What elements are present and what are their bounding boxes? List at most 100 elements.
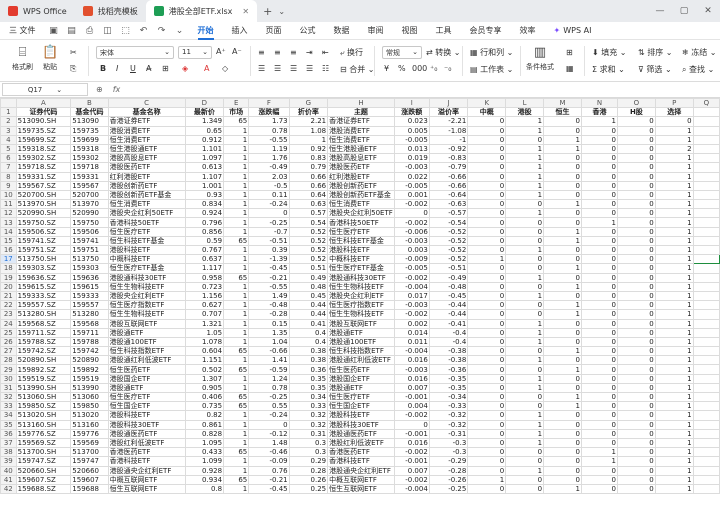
table-cell[interactable]: 159892 (70, 364, 109, 375)
table-cell[interactable]: 0 (543, 447, 582, 458)
table-cell[interactable]: 0.912 (184, 134, 225, 145)
table-cell[interactable]: 0 (467, 290, 507, 302)
table-cell[interactable]: 159751.SZ (15, 244, 72, 256)
table-cell[interactable]: 159303.SZ (15, 263, 72, 274)
table-cell[interactable]: 0 (617, 300, 656, 311)
table-cell[interactable]: 香港医药ETF (327, 447, 395, 458)
table-cell[interactable]: -0.59 (248, 364, 290, 375)
table-cell[interactable]: 1 (654, 456, 694, 467)
table-cell[interactable]: 0.52 (288, 226, 329, 237)
header-cell[interactable]: 基金代码 (70, 107, 109, 118)
table-cell[interactable]: 香港科技ETF (107, 456, 186, 467)
table-cell[interactable]: 恒生消费ETF (107, 199, 186, 210)
table-cell[interactable]: 港股高股息ETF (327, 153, 395, 164)
table-cell[interactable]: -0.38 (428, 346, 469, 357)
table-cell[interactable]: 0 (505, 483, 545, 495)
thousands-icon[interactable]: 000 (412, 64, 427, 73)
header-cell[interactable]: 恒生 (543, 107, 582, 118)
table-cell[interactable]: 恒生医疗ETF (107, 226, 186, 237)
table-cell[interactable]: 1.097 (184, 153, 225, 164)
table-cell[interactable]: 513970.SH (15, 199, 72, 210)
table-cell[interactable]: -0.52 (428, 235, 469, 247)
table-cell[interactable]: 0 (543, 208, 582, 219)
table-cell[interactable]: 1.101 (184, 143, 225, 155)
table-cell[interactable]: 520890 (70, 355, 109, 366)
table-cell[interactable]: -0.28 (248, 309, 290, 320)
table-cell[interactable]: 0 (505, 300, 545, 311)
table-cell[interactable]: 1 (543, 401, 582, 412)
table-cell[interactable]: 0 (580, 437, 619, 449)
column-header[interactable]: N (580, 98, 619, 109)
table-cell[interactable]: 0 (505, 226, 545, 237)
table-cell[interactable]: 1.001 (184, 180, 225, 191)
row-header[interactable]: 23 (0, 309, 17, 320)
table-cell[interactable]: 恒生国企ETF (107, 401, 186, 412)
table-cell[interactable]: 0 (543, 474, 582, 485)
table-cell[interactable]: -0.32 (428, 410, 469, 421)
table-cell[interactable]: 1 (580, 447, 619, 458)
row-header[interactable]: 25 (0, 327, 17, 338)
table-cell[interactable]: 1 (223, 208, 250, 219)
table-cell[interactable]: -0.35 (428, 373, 469, 384)
preview-icon[interactable]: ◫ (101, 24, 115, 38)
row-header[interactable]: 5 (0, 143, 17, 155)
column-header[interactable]: B (70, 98, 109, 109)
table-cell[interactable]: -0.52 (428, 226, 469, 237)
table-cell[interactable]: 0.3 (288, 437, 329, 449)
table-cell[interactable] (692, 180, 720, 191)
table-cell[interactable]: 1.76 (248, 153, 290, 164)
table-cell[interactable]: 0 (617, 428, 656, 439)
table-cell[interactable]: 0 (617, 382, 656, 394)
table-cell[interactable]: 恒生生物科技ETF (327, 309, 395, 320)
table-cell[interactable]: 1 (654, 263, 694, 274)
table-cell[interactable]: 1.151 (184, 355, 225, 366)
row-header[interactable]: 35 (0, 419, 17, 430)
header-cell[interactable]: 中概 (467, 107, 507, 118)
table-cell[interactable]: 513750.SH (15, 254, 72, 265)
table-cell[interactable]: -0.34 (428, 391, 469, 403)
table-cell[interactable]: 159699 (70, 134, 109, 145)
row-header[interactable]: 12 (0, 208, 17, 219)
table-cell[interactable]: 0.83 (288, 153, 329, 164)
convert-button[interactable]: ⇄ 转换 ⌄ (426, 47, 461, 58)
header-cell[interactable]: 市场 (223, 107, 250, 118)
column-header[interactable]: O (617, 98, 656, 109)
table-cell[interactable]: 0.796 (184, 217, 225, 228)
table-cell[interactable]: 159688.SZ (15, 483, 72, 495)
table-cell[interactable]: 0.78 (248, 382, 290, 394)
table-cell[interactable]: 0.002 (393, 318, 430, 329)
table-cell[interactable]: 0.723 (184, 281, 225, 292)
font-grow-icon[interactable]: A⁺ (216, 47, 226, 56)
table-cell[interactable]: 0 (617, 437, 656, 449)
decrease-decimal-icon[interactable]: ⁻₀ (444, 64, 451, 73)
table-cell[interactable] (692, 143, 720, 155)
worksheet-button[interactable]: ▤ 工作表 ⌄ (470, 64, 513, 75)
row-header[interactable]: 3 (0, 125, 17, 136)
outdent-icon[interactable]: ⇤ (322, 48, 329, 57)
table-cell[interactable]: 0 (505, 217, 545, 228)
table-cell[interactable]: 1 (543, 346, 582, 357)
table-cell[interactable]: 0.007 (393, 382, 430, 394)
table-cell[interactable] (692, 346, 720, 357)
table-cell[interactable]: 1 (654, 336, 694, 348)
table-cell[interactable]: -0.48 (428, 281, 469, 292)
table-cell[interactable]: 0.33 (288, 401, 329, 412)
table-cell[interactable]: 恒生生物科技ETF (107, 281, 186, 292)
table-cell[interactable]: 1 (654, 226, 694, 237)
select-all-corner[interactable] (0, 98, 17, 109)
table-cell[interactable]: 0 (505, 281, 545, 292)
close-tab-icon[interactable]: ✕ (242, 7, 249, 16)
table-cell[interactable] (692, 171, 720, 182)
table-cell[interactable]: 0 (580, 465, 619, 476)
table-cell[interactable]: 65 (223, 391, 250, 403)
table-cell[interactable]: 0 (580, 162, 619, 173)
table-cell[interactable]: 0 (467, 327, 507, 338)
table-cell[interactable]: 港股通医药ETF (327, 428, 395, 439)
table-cell[interactable]: 0 (467, 355, 507, 366)
table-cell[interactable] (692, 336, 720, 348)
table-cell[interactable]: 1 (505, 336, 545, 348)
table-cell[interactable]: 0 (617, 346, 656, 357)
table-cell[interactable]: 0 (617, 447, 656, 458)
table-cell[interactable]: 0 (467, 300, 507, 311)
table-cell[interactable]: 0.406 (184, 391, 225, 403)
